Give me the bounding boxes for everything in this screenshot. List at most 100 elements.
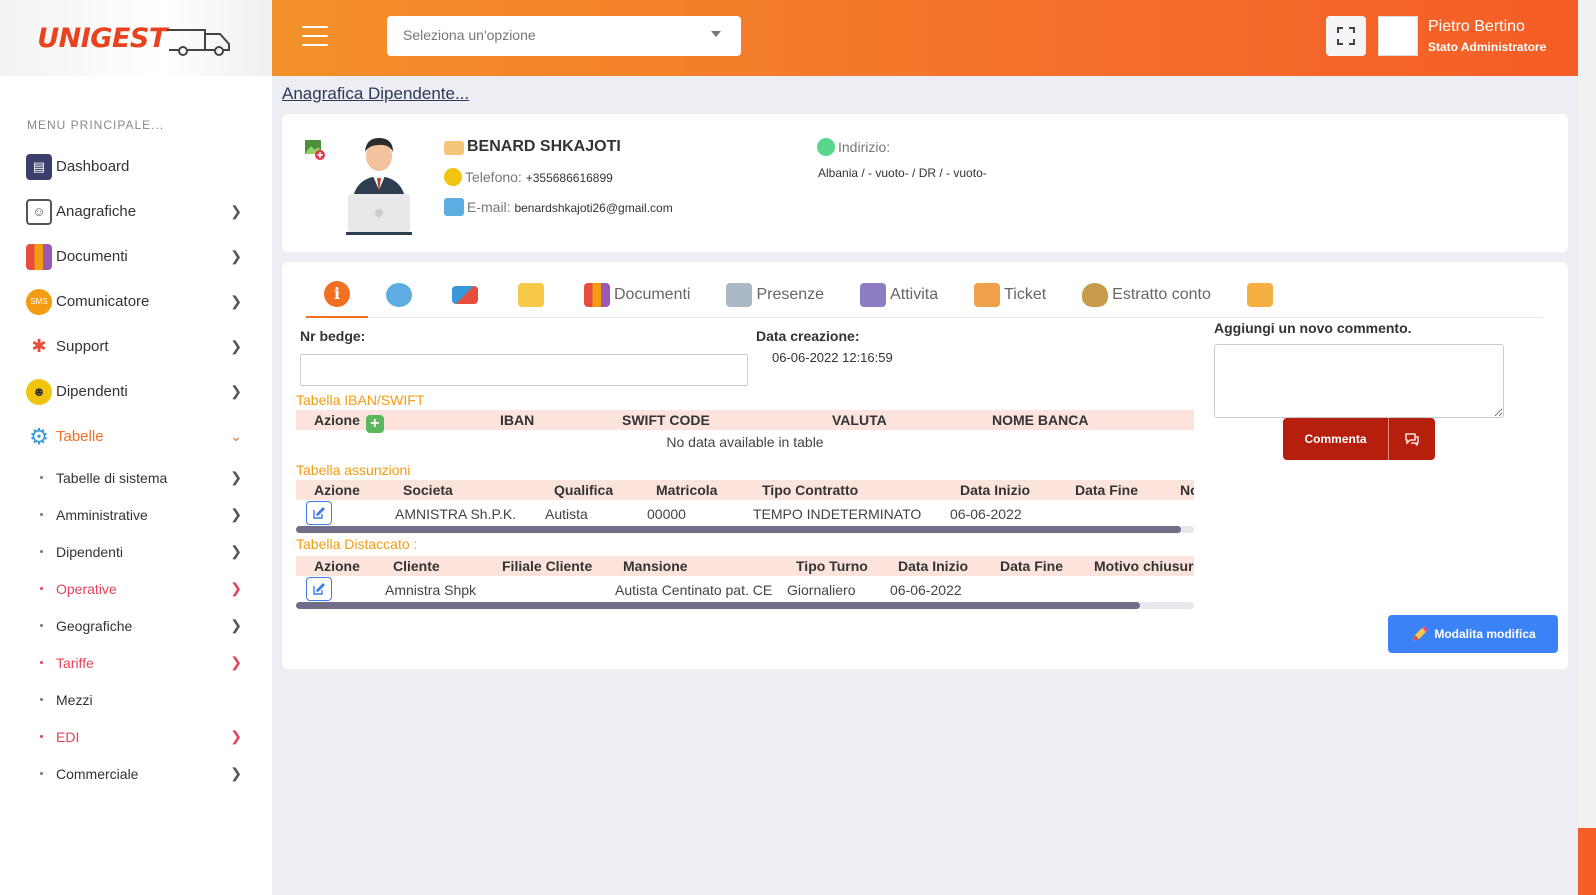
column-header: Mansione: [623, 558, 688, 574]
option-select[interactable]: Seleziona un'opzione: [387, 16, 741, 56]
tab-comments[interactable]: [368, 272, 434, 318]
select-placeholder: Seleziona un'opzione: [403, 27, 536, 43]
edit-mode-button[interactable]: Modalita modifica: [1388, 615, 1558, 653]
cell-tipo-turno: Giornaliero: [787, 582, 856, 598]
tab-label: Ticket: [1004, 285, 1047, 303]
created-label: Data creazione:: [756, 328, 860, 344]
page-title[interactable]: Anagrafica Dipendente...: [282, 84, 469, 104]
chevron-right-icon: ❯: [230, 543, 242, 559]
submenu-item-amministrative[interactable]: Amministrative ❯: [0, 496, 272, 533]
horizontal-scrollbar[interactable]: [296, 602, 1194, 609]
map-pin-icon: [817, 138, 835, 156]
submenu-item-geografiche[interactable]: Geografiche ❯: [0, 607, 272, 644]
caret-down-icon: [711, 31, 721, 37]
bullet-icon: [40, 550, 43, 553]
submenu-item-operative[interactable]: Operative ❯: [0, 570, 272, 607]
tab-bar: i Documenti Presenze Attivita Ticket Est…: [306, 272, 1542, 318]
column-header: VALUTA: [832, 412, 887, 428]
tab-ticket[interactable]: Ticket: [956, 272, 1064, 318]
employees-icon: ☻: [26, 378, 52, 405]
email-line: E-mail: benardshkajoti26@gmail.com: [444, 198, 673, 216]
tasks-icon: [860, 282, 887, 307]
submenu-item-commerciale[interactable]: Commerciale ❯: [0, 755, 272, 792]
distaccato-table-title: Tabella Distaccato :: [296, 536, 418, 552]
page-scrollbar-thumb[interactable]: [1578, 828, 1596, 895]
tab-estratto-conto[interactable]: Estratto conto: [1064, 272, 1229, 318]
chevron-right-icon: ❯: [230, 765, 242, 781]
column-header: Tipo Turno: [796, 558, 868, 574]
cell-data-inizio: 06-06-2022: [950, 506, 1022, 522]
created-value: 06-06-2022 12:16:59: [772, 350, 893, 365]
scrollbar-thumb[interactable]: [296, 526, 1181, 533]
submenu-item-tabelle-di-sistema[interactable]: Tabelle di sistema ❯: [0, 459, 272, 496]
logo[interactable]: UNIGEST: [0, 0, 272, 76]
scrollbar-thumb[interactable]: [296, 602, 1141, 609]
sidebar-item-dipendenti[interactable]: ☻ Dipendenti ❯: [0, 369, 272, 414]
avatar[interactable]: [1378, 16, 1418, 56]
money-bag-icon: [1082, 282, 1109, 307]
badge-input[interactable]: [300, 354, 748, 386]
chevron-right-icon: ❯: [230, 383, 242, 399]
table-header: Azione + IBAN SWIFT CODE VALUTA NOME BAN…: [296, 410, 1194, 433]
column-header: SWIFT CODE: [622, 412, 710, 428]
sidebar-item-label: Support: [56, 338, 109, 355]
sidebar-item-tabelle[interactable]: ⚙ Tabelle ⌄: [0, 414, 272, 459]
page-scrollbar[interactable]: [1578, 0, 1596, 895]
table-header: Azione Societa Qualifica Matricola Tipo …: [296, 480, 1194, 500]
sidebar-item-dashboard[interactable]: ▤ Dashboard: [0, 144, 272, 189]
badge-label: Nr bedge:: [300, 328, 366, 344]
user-name[interactable]: Pietro Bertino: [1428, 18, 1525, 36]
column-header: Azione: [314, 558, 360, 574]
bullet-icon: [40, 698, 43, 701]
comment-button[interactable]: Commenta: [1283, 418, 1435, 460]
bullet-icon: [40, 476, 43, 479]
cell-societa: AMNISTRA Sh.P.K.: [395, 506, 517, 522]
submenu-item-edi[interactable]: EDI ❯: [0, 718, 272, 755]
binders-icon: [26, 243, 52, 270]
submenu-item-label: Geografiche: [56, 617, 133, 634]
tab-presenze[interactable]: Presenze: [708, 272, 842, 318]
email-icon: [444, 198, 464, 216]
tab-mail[interactable]: [434, 272, 500, 318]
sidebar-item-anagrafiche[interactable]: ☺ Anagrafiche ❯: [0, 189, 272, 234]
column-header: Tipo Contratto: [762, 482, 859, 498]
sidebar-item-comunicatore[interactable]: SMS Comunicatore ❯: [0, 279, 272, 324]
column-header: Data Inizio: [898, 558, 969, 574]
bullet-icon: [40, 661, 43, 664]
submenu-item-mezzi[interactable]: Mezzi: [0, 681, 272, 718]
sidebar-item-label: Dipendenti: [56, 383, 128, 400]
fullscreen-button[interactable]: [1326, 16, 1366, 56]
submenu-item-dipendenti[interactable]: Dipendenti ❯: [0, 533, 272, 570]
sidebar: UNIGEST MENU PRINCIPALE... ▤ Dashboard ☺…: [0, 0, 272, 895]
add-photo-icon[interactable]: [304, 138, 326, 160]
hamburger-menu-icon[interactable]: [302, 26, 328, 46]
tab-info[interactable]: i: [306, 272, 368, 318]
comment-textarea[interactable]: [1214, 344, 1504, 418]
empty-message: No data available in table: [666, 434, 824, 450]
tab-notes[interactable]: [500, 272, 566, 318]
chevron-right-icon: ❯: [230, 338, 242, 354]
horizontal-scrollbar[interactable]: [296, 526, 1194, 533]
employee-name: BENARD SHKAJOTI: [444, 138, 621, 156]
tab-label: Attivita: [890, 285, 939, 303]
edit-button[interactable]: [306, 577, 332, 601]
tab-attivita[interactable]: Attivita: [842, 272, 956, 318]
sticky-note-icon: [518, 282, 544, 307]
sidebar-item-label: Tabelle: [56, 428, 104, 445]
comment-label: Aggiungi un novo commento.: [1214, 320, 1412, 336]
dashboard-icon: ▤: [26, 153, 52, 180]
sidebar-item-documenti[interactable]: Documenti ❯: [0, 234, 272, 279]
tab-documenti[interactable]: Documenti: [566, 272, 708, 318]
table-row: Amnistra Shpk Autista Centinato pat. CE …: [296, 576, 1194, 602]
iban-table: Azione + IBAN SWIFT CODE VALUTA NOME BAN…: [296, 410, 1194, 456]
chevron-right-icon: ❯: [230, 728, 242, 744]
tab-sms[interactable]: [1229, 272, 1295, 318]
phone-label: Telefono:: [465, 169, 522, 185]
chevron-right-icon: ❯: [230, 248, 242, 264]
submenu-item-tariffe[interactable]: Tariffe ❯: [0, 644, 272, 681]
chevron-right-icon: ❯: [230, 469, 242, 485]
bullet-icon: [40, 587, 43, 590]
column-header: No: [1180, 482, 1194, 498]
edit-button[interactable]: [306, 501, 332, 525]
sidebar-item-support[interactable]: ✱ Support ❯: [0, 324, 272, 369]
